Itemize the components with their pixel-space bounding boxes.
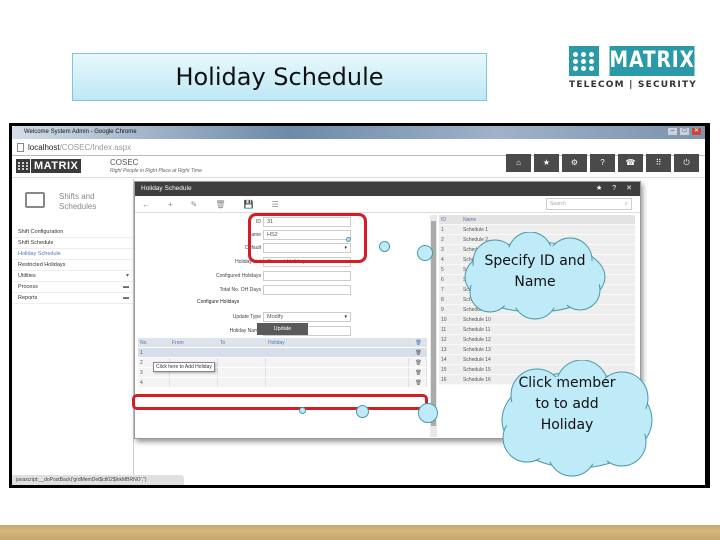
row-delete-trash-icon[interactable]: 🗑 [409,368,427,377]
gear-icon: ⚙ [570,158,579,167]
search-icon: ⌕ [624,201,628,207]
matrix-logo: MATRIX TELECOM | SECURITY [569,46,698,92]
sidebar-item-shift-configuration[interactable]: Shift Configuration [12,227,133,238]
sidebar-item-holiday-schedule[interactable]: Holiday Schedule [12,249,133,260]
total-oh-days-label: Total No. OH Days [219,287,261,293]
home-icon: ⌂ [516,158,521,167]
schedule-clipboard-icon [25,192,45,208]
settings-button[interactable]: ⚙ [562,154,587,172]
back-arrow-icon[interactable]: ← [142,196,150,212]
expand-icon: ▬ [123,295,129,301]
url-host: localhost [28,143,60,152]
row-delete-trash-icon[interactable]: 🗑 [409,378,427,387]
row-highlight [132,394,428,410]
favorites-button[interactable]: ★ [534,154,559,172]
contact-button[interactable]: ☎ [618,154,643,172]
expand-icon: ▬ [123,284,129,290]
logout-button[interactable]: ⏻ [674,154,699,172]
sidebar-item-process[interactable]: Process ▬ [12,282,133,293]
delete-all-trash-icon[interactable]: 🗑 [409,338,427,347]
app-logo-dots-icon [16,159,30,173]
add-holiday-tooltip: Click here to Add Holiday [153,362,215,372]
thought-bubble-dot [299,407,306,414]
schedule-list-header: ID Name [439,215,635,225]
dialog-close-icon[interactable]: ✕ [626,182,632,196]
slide-footer-texture [0,525,720,540]
table-row[interactable]: 1 🗑 [138,348,427,358]
maximize-button[interactable]: □ [679,127,690,136]
list-item[interactable]: 13 Schedule 13 [439,345,635,355]
dialog-toolbar: ← + ✎ 🗑 💾 ☰ Search ⌕ [135,196,640,213]
apps-icon: ⠿ [655,158,662,167]
slide-title: Holiday Schedule [72,53,487,101]
row-delete-trash-icon[interactable]: 🗑 [409,358,427,367]
thought-bubble-dot [356,405,369,418]
row-delete-trash-icon[interactable]: 🗑 [409,348,427,357]
chevron-down-icon: ▾ [125,273,129,279]
sidebar-item-restricted-holidays[interactable]: Restricted Holidays [12,260,133,271]
app-logo: MATRIX [16,159,82,173]
logo-word: MATRIX [609,46,695,76]
configure-holidays-heading: Configure Holidays [197,299,240,305]
callout-specify-text: Specify ID and Name [484,253,586,290]
window-title: Welcome System Admin - Google Chrome [24,129,137,135]
sidebar-item-utilities[interactable]: Utilities ▾ [12,271,133,282]
callout-click-text: Click member to to add Holiday [518,375,616,433]
delete-trash-icon[interactable]: 🗑 [215,196,225,212]
update-type-select[interactable]: Modify ▾ [263,312,351,322]
edit-pencil-icon[interactable]: ✎ [191,196,198,212]
thought-bubble-dot [418,403,438,423]
thought-bubble-dot [417,245,433,261]
save-disk-icon[interactable]: 💾 [244,196,254,212]
update-type-label: Update Type [232,314,261,320]
home-button[interactable]: ⌂ [506,154,531,172]
thought-bubble-dot [379,241,390,252]
power-icon: ⏻ [683,158,690,167]
apps-button[interactable]: ⠿ [646,154,671,172]
configured-holidays-field[interactable] [263,271,351,281]
holiday-table-header: No. From To Holiday 🗑 [138,338,427,348]
sidebar: Shifts and Schedules Shift Configuration… [12,179,134,485]
minimize-button[interactable]: – [667,127,678,136]
logo-dots-icon [569,46,599,76]
total-oh-days-field[interactable] [263,285,351,295]
close-window-button[interactable]: ✕ [691,127,702,136]
app-name: COSEC [110,158,139,167]
configured-holidays-label: Configured Holidays [215,273,261,279]
sidebar-item-shift-schedule[interactable]: Shift Schedule [12,238,133,249]
list-item[interactable]: 11 Schedule 11 [439,325,635,335]
dialog-title: Holiday Schedule [141,185,192,192]
sidebar-item-reports[interactable]: Reports ▬ [12,293,133,304]
add-icon[interactable]: + [168,196,173,212]
dialog-help-icon[interactable]: ? [612,182,616,196]
list-view-icon[interactable]: ☰ [272,196,279,212]
search-input[interactable]: Search ⌕ [546,198,632,210]
app-tagline: Right People in Right Place at Right Tim… [110,168,202,174]
star-icon: ★ [542,158,551,167]
phone-icon: ☎ [625,158,636,167]
help-button[interactable]: ? [590,154,615,172]
logo-subtitle: TELECOM | SECURITY [569,80,698,90]
favorite-star-icon[interactable]: ★ [596,182,602,196]
list-item[interactable]: 12 Schedule 12 [439,335,635,345]
sidebar-module-header: Shifts and Schedules [12,179,133,227]
update-button[interactable]: Update [257,323,308,335]
dialog-header: Holiday Schedule ★ ? ✕ [135,182,640,196]
status-bar: javascript:__doPostBack('grdMemDet$ctl02… [12,475,184,485]
help-icon: ? [600,158,605,167]
dropdown-arrow-icon: ▾ [344,314,347,320]
table-row[interactable]: 4 🗑 [138,378,427,388]
app-header: MATRIX COSEC Right People in Right Place… [12,154,705,178]
url-path: /COSEC/Index.aspx [59,143,132,152]
page-icon [17,143,24,152]
browser-titlebar: Welcome System Admin - Google Chrome – □… [12,126,705,139]
thought-bubble-dot [346,237,351,242]
